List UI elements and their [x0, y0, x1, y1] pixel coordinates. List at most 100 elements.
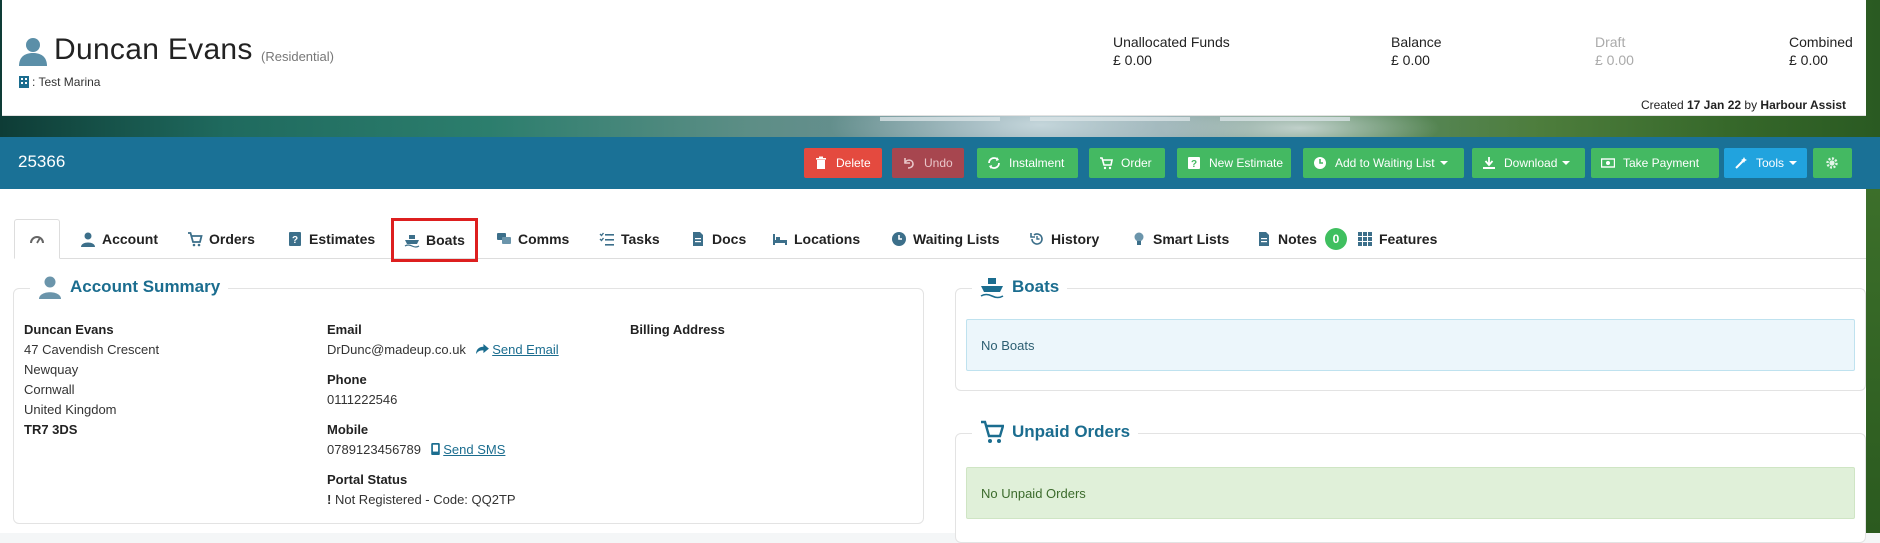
created-date: 17 Jan 22: [1687, 98, 1742, 112]
notes-count-badge: 0: [1324, 228, 1347, 250]
user-icon: [19, 38, 47, 66]
chat-icon: [497, 233, 511, 244]
instalment-button[interactable]: Instalment: [977, 148, 1078, 178]
content-area: Account Orders ? Estimates Boats Comms T…: [0, 189, 1880, 543]
pier-decoration: [1030, 117, 1190, 121]
created-info: Created 17 Jan 22 by Harbour Assist: [1641, 98, 1846, 112]
tab-account-label: Account: [102, 231, 158, 247]
trash-icon: [816, 156, 826, 169]
balance: Balance £ 0.00: [1391, 34, 1442, 68]
download-icon: [1483, 157, 1495, 169]
tools-dropdown[interactable]: Tools: [1724, 148, 1807, 178]
order-label: Order: [1121, 156, 1152, 170]
account-number: 25366: [18, 152, 66, 171]
tab-locations[interactable]: Locations: [762, 219, 870, 259]
tab-comms[interactable]: Comms: [486, 219, 579, 259]
address-postcode: TR7 3DS: [24, 422, 78, 437]
delete-button[interactable]: Delete: [804, 148, 882, 178]
building-icon: [19, 76, 29, 88]
postal-address: Duncan Evans 47 Cavendish Crescent Newqu…: [24, 320, 304, 440]
portal-status-row: ! Not Registered - Code: QQ2TP: [327, 490, 617, 510]
tab-estimates-label: Estimates: [309, 231, 376, 247]
send-sms-link[interactable]: Send SMS: [443, 442, 505, 457]
tab-account[interactable]: Account: [70, 219, 168, 259]
undo-label: Undo: [924, 156, 953, 170]
order-button[interactable]: Order: [1089, 148, 1165, 178]
unpaid-orders-title: Unpaid Orders: [972, 420, 1139, 444]
send-email-link[interactable]: Send Email: [492, 342, 558, 357]
tab-boats[interactable]: Boats: [391, 218, 478, 262]
tab-notes[interactable]: Notes 0: [1246, 219, 1357, 259]
created-author: Harbour Assist: [1760, 98, 1846, 112]
grid-icon: [1358, 232, 1372, 246]
background-edge: [1866, 189, 1880, 533]
new-estimate-button[interactable]: ? New Estimate: [1177, 148, 1291, 178]
mobile-phone-icon: [430, 443, 440, 455]
tab-tasks[interactable]: Tasks: [589, 219, 670, 259]
billing-address-label: Billing Address: [630, 322, 725, 337]
download-dropdown[interactable]: Download: [1472, 148, 1585, 178]
billing-address: Billing Address: [630, 320, 890, 340]
take-payment-button[interactable]: Take Payment: [1591, 148, 1719, 178]
undo-icon: [904, 158, 914, 169]
marina-name: : Test Marina: [32, 75, 101, 89]
customer-name: Duncan Evans: [54, 33, 253, 66]
phone-label: Phone: [327, 372, 367, 387]
exclamation-icon: !: [327, 492, 332, 507]
new-estimate-label: New Estimate: [1209, 156, 1284, 170]
checklist-icon: [599, 232, 614, 246]
lightbulb-icon: [1134, 232, 1144, 245]
settings-button[interactable]: [1813, 148, 1852, 178]
created-by: by: [1744, 98, 1758, 112]
history-icon: [1030, 233, 1043, 245]
email-label: Email: [327, 322, 362, 337]
caret-down-icon: [1439, 161, 1448, 165]
customer-type: (Residential): [261, 49, 334, 64]
address-line-4: United Kingdom: [24, 402, 117, 417]
address-line-1: 47 Cavendish Crescent: [24, 342, 160, 357]
instalment-label: Instalment: [1009, 156, 1065, 170]
caret-down-icon: [1562, 161, 1571, 165]
money-icon: [1601, 158, 1615, 168]
no-unpaid-orders-message: No Unpaid Orders: [966, 467, 1855, 519]
caret-down-icon: [1789, 161, 1798, 165]
tab-features-label: Features: [1379, 231, 1438, 247]
question-icon: ?: [289, 232, 301, 246]
customer-header: Duncan Evans (Residential) : Test Marina…: [2, 0, 1866, 116]
portal-status-value: Not Registered - Code: QQ2TP: [334, 492, 516, 507]
boat-icon: [404, 235, 420, 248]
cart-icon: [981, 420, 1004, 443]
balance-value: £ 0.00: [1391, 52, 1430, 68]
svg-text:?: ?: [292, 235, 298, 246]
tab-estimates[interactable]: ? Estimates: [277, 219, 385, 259]
boats-panel-title: Boats: [972, 275, 1068, 299]
email-row: DrDunc@madeup.co.uk Send Email: [327, 340, 617, 360]
account-toolbar: 25366 Delete Undo Instalment Order ? New…: [0, 137, 1880, 189]
tab-features[interactable]: Features: [1347, 219, 1447, 259]
unallocated-label: Unallocated Funds: [1113, 34, 1230, 50]
tab-smart-lists[interactable]: Smart Lists: [1121, 219, 1239, 259]
tab-docs[interactable]: Docs: [680, 219, 756, 259]
tab-locations-label: Locations: [794, 231, 861, 247]
undo-button[interactable]: Undo: [892, 148, 964, 178]
tab-waiting-lists-label: Waiting Lists: [913, 231, 1000, 247]
dashboard-icon: [30, 236, 44, 244]
clock-icon: [1314, 157, 1326, 169]
unallocated-funds: Unallocated Funds £ 0.00: [1113, 34, 1230, 68]
tab-orders[interactable]: Orders: [177, 219, 265, 259]
tools-label: Tools: [1756, 156, 1785, 170]
mobile-value: 0789123456789: [327, 442, 421, 457]
contact-details: Email DrDunc@madeup.co.uk Send Email Pho…: [327, 320, 617, 510]
waiting-list-dropdown[interactable]: Add to Waiting List: [1303, 148, 1464, 178]
clock-icon: [892, 232, 906, 246]
unallocated-value: £ 0.00: [1113, 52, 1152, 68]
pier-decoration: [1220, 117, 1350, 121]
tab-dashboard[interactable]: [14, 219, 60, 259]
tab-waiting-lists[interactable]: Waiting Lists: [881, 219, 1010, 259]
tab-history-label: History: [1051, 231, 1100, 247]
unpaid-orders-label: Unpaid Orders: [1012, 422, 1131, 441]
tab-comms-label: Comms: [518, 231, 570, 247]
draft-value: £ 0.00: [1595, 52, 1634, 68]
boats-panel: Boats No Boats: [955, 275, 1866, 391]
tab-history[interactable]: History: [1019, 219, 1109, 259]
